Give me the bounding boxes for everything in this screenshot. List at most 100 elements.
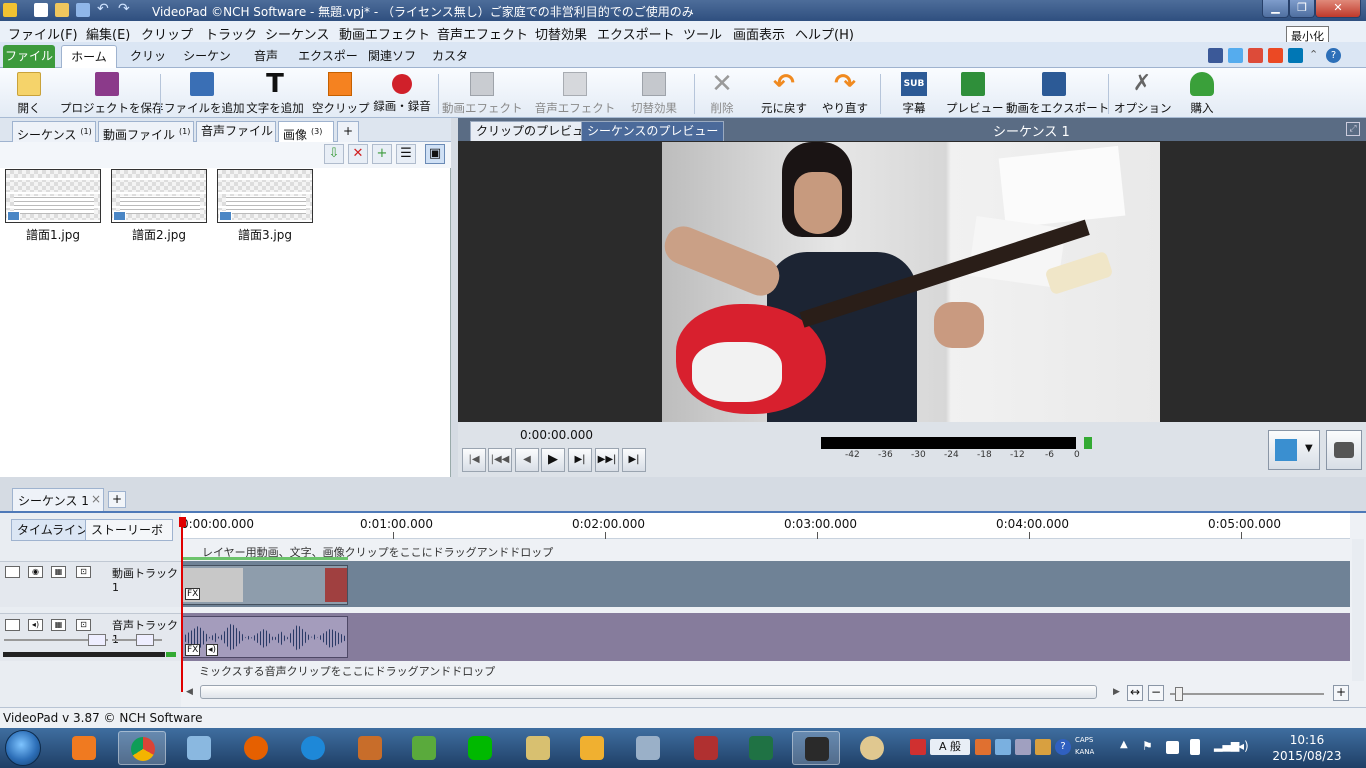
snapshot-button[interactable] (1326, 430, 1362, 470)
go-to-end-icon[interactable]: ▶| (622, 448, 646, 472)
menu-export[interactable]: エクスポート (597, 24, 675, 43)
menu-help[interactable]: ヘルプ(H) (795, 24, 854, 43)
bin-tab-video-files[interactable]: 動画ファイル (1) (98, 121, 194, 142)
step-back-icon[interactable]: ◀ (515, 448, 539, 472)
timeline-horizontal-scrollbar[interactable] (200, 685, 1097, 699)
bin-tab-audio-files[interactable]: 音声ファイル (196, 121, 276, 142)
tab-sequence-1[interactable]: シーケンス 1 × (12, 488, 104, 511)
add-sequence-button[interactable]: + (108, 491, 126, 508)
vertical-splitter[interactable] (451, 118, 458, 477)
undo-icon[interactable]: ↶ (97, 2, 111, 17)
clip-fx-badge[interactable]: FX (185, 644, 201, 656)
menu-clip[interactable]: クリップ (141, 24, 193, 43)
add-bin-button[interactable]: + (337, 121, 359, 142)
linkedin-icon[interactable] (1288, 48, 1303, 63)
google-plus-icon[interactable] (1248, 48, 1263, 63)
menu-video-effects[interactable]: 動画エフェクト (339, 24, 430, 43)
export-video-button[interactable]: 動画をエクスポート (1006, 72, 1109, 116)
windows-logo-icon[interactable] (1166, 741, 1179, 754)
tab-file[interactable]: ファイル (3, 45, 55, 68)
open-button[interactable]: 開く (6, 72, 52, 116)
device-icon[interactable] (1190, 739, 1200, 755)
facebook-icon[interactable] (1208, 48, 1223, 63)
action-center-flag-icon[interactable]: ⚑ (1142, 739, 1158, 755)
tray-icon[interactable] (975, 739, 991, 755)
audio-clip[interactable]: FX ◂) (181, 616, 348, 658)
add-to-sequence-icon[interactable]: ⇩ (324, 144, 344, 164)
menu-sequence[interactable]: シーケンス (265, 24, 329, 43)
playhead[interactable] (181, 517, 183, 692)
redo-button[interactable]: ↷ やり直す (820, 71, 870, 116)
menu-track[interactable]: トラック (205, 24, 257, 43)
image-thumbnail[interactable] (5, 169, 101, 223)
taskbar-app[interactable] (346, 731, 394, 765)
video-effects-button[interactable]: 動画エフェクト (442, 72, 523, 116)
pan-handle[interactable] (136, 634, 154, 646)
subtitles-button[interactable]: SUB 字幕 (892, 72, 936, 116)
add-text-button[interactable]: T 文字を追加 (244, 71, 306, 116)
taskbar-app[interactable] (624, 731, 672, 765)
close-sequence-icon[interactable]: × (91, 492, 101, 506)
menu-transitions[interactable]: 切替効果 (535, 24, 587, 43)
track-toggle-icon[interactable] (5, 619, 20, 631)
zoom-slider[interactable] (1170, 693, 1324, 695)
clip-fx-badge[interactable]: FX (185, 588, 201, 600)
scroll-left-icon[interactable]: ◀ (186, 687, 193, 697)
dropdown-arrow-icon[interactable]: ▼ (1305, 443, 1313, 454)
taskbar-app[interactable] (568, 731, 616, 765)
taskbar-media-player[interactable] (60, 731, 108, 765)
track-effects-icon[interactable]: ▦ (51, 566, 66, 578)
close-button[interactable]: ✕ (1315, 0, 1361, 18)
play-icon[interactable]: ▶ (541, 448, 565, 472)
audio-effects-button[interactable]: 音声エフェクト (530, 72, 620, 116)
image-thumbnail[interactable] (217, 169, 313, 223)
add-file-button[interactable]: ファイルを追加 (164, 72, 245, 116)
network-icon[interactable]: ▂▄▆ (1214, 739, 1239, 755)
options-button[interactable]: ✗ オプション (1114, 72, 1172, 116)
tab-clip[interactable]: クリップ (127, 45, 169, 85)
taskbar-app[interactable] (175, 731, 223, 765)
video-clip[interactable]: FX (181, 565, 348, 605)
bin-tab-sequences[interactable]: シーケンス (1) (12, 121, 96, 142)
delete-button[interactable]: ✕ 削除 (700, 71, 744, 116)
ime-help-icon[interactable]: ? (1055, 739, 1071, 755)
start-button[interactable] (5, 730, 41, 766)
tab-related-software[interactable]: 関連ソフト (364, 45, 420, 85)
system-clock[interactable]: 10:16 2015/08/23 (1272, 732, 1342, 764)
zoom-in-icon[interactable]: + (1333, 685, 1349, 701)
twitter-icon[interactable] (1228, 48, 1243, 63)
buy-button[interactable]: 購入 (1180, 72, 1224, 116)
next-clip-icon[interactable]: ▶▶| (595, 448, 619, 472)
clip-volume-icon[interactable]: ◂) (206, 644, 219, 656)
taskbar-evernote[interactable] (400, 731, 448, 765)
tray-icon[interactable] (995, 739, 1011, 755)
zoom-out-icon[interactable]: − (1148, 685, 1164, 701)
redo-icon[interactable]: ↷ (118, 2, 132, 17)
taskbar-chrome[interactable] (118, 731, 166, 765)
blank-clip-button[interactable]: 空クリップ (312, 72, 370, 116)
record-button[interactable]: 録画・録音 (372, 72, 432, 116)
save-icon[interactable] (76, 3, 90, 17)
taskbar-app[interactable] (514, 731, 562, 765)
menu-view[interactable]: 画面表示 (733, 24, 785, 43)
ime-indicator[interactable]: A 般 (930, 739, 970, 755)
bin-tab-images[interactable]: 画像 (3) (278, 121, 334, 142)
taskbar-firefox[interactable] (232, 731, 280, 765)
timeline-vertical-scrollbar[interactable] (1352, 539, 1364, 681)
volume-icon[interactable]: ◂) (1238, 739, 1254, 755)
open-folder-icon[interactable] (55, 3, 69, 17)
taskbar-app[interactable] (682, 731, 730, 765)
new-project-icon[interactable] (34, 3, 48, 17)
scroll-right-icon[interactable]: ▶ (1113, 687, 1120, 697)
track-toggle-icon[interactable] (5, 566, 20, 578)
menu-edit[interactable]: 編集(E) (86, 24, 130, 43)
video-track-lane[interactable] (181, 561, 1350, 607)
maximize-button[interactable]: ❐ (1289, 0, 1315, 18)
tab-export[interactable]: エクスポート (296, 45, 360, 85)
tray-icon[interactable] (910, 739, 926, 755)
visibility-eye-icon[interactable]: ◉ (28, 566, 43, 578)
timeline-ruler[interactable]: 0:00:00.000 0:01:00.000 0:02:00.000 0:03… (181, 513, 1350, 539)
tray-icon[interactable] (1035, 739, 1051, 755)
track-effects-icon[interactable]: ▦ (51, 619, 66, 631)
tab-sequence-preview[interactable]: シーケンスのプレビュー (581, 121, 725, 141)
